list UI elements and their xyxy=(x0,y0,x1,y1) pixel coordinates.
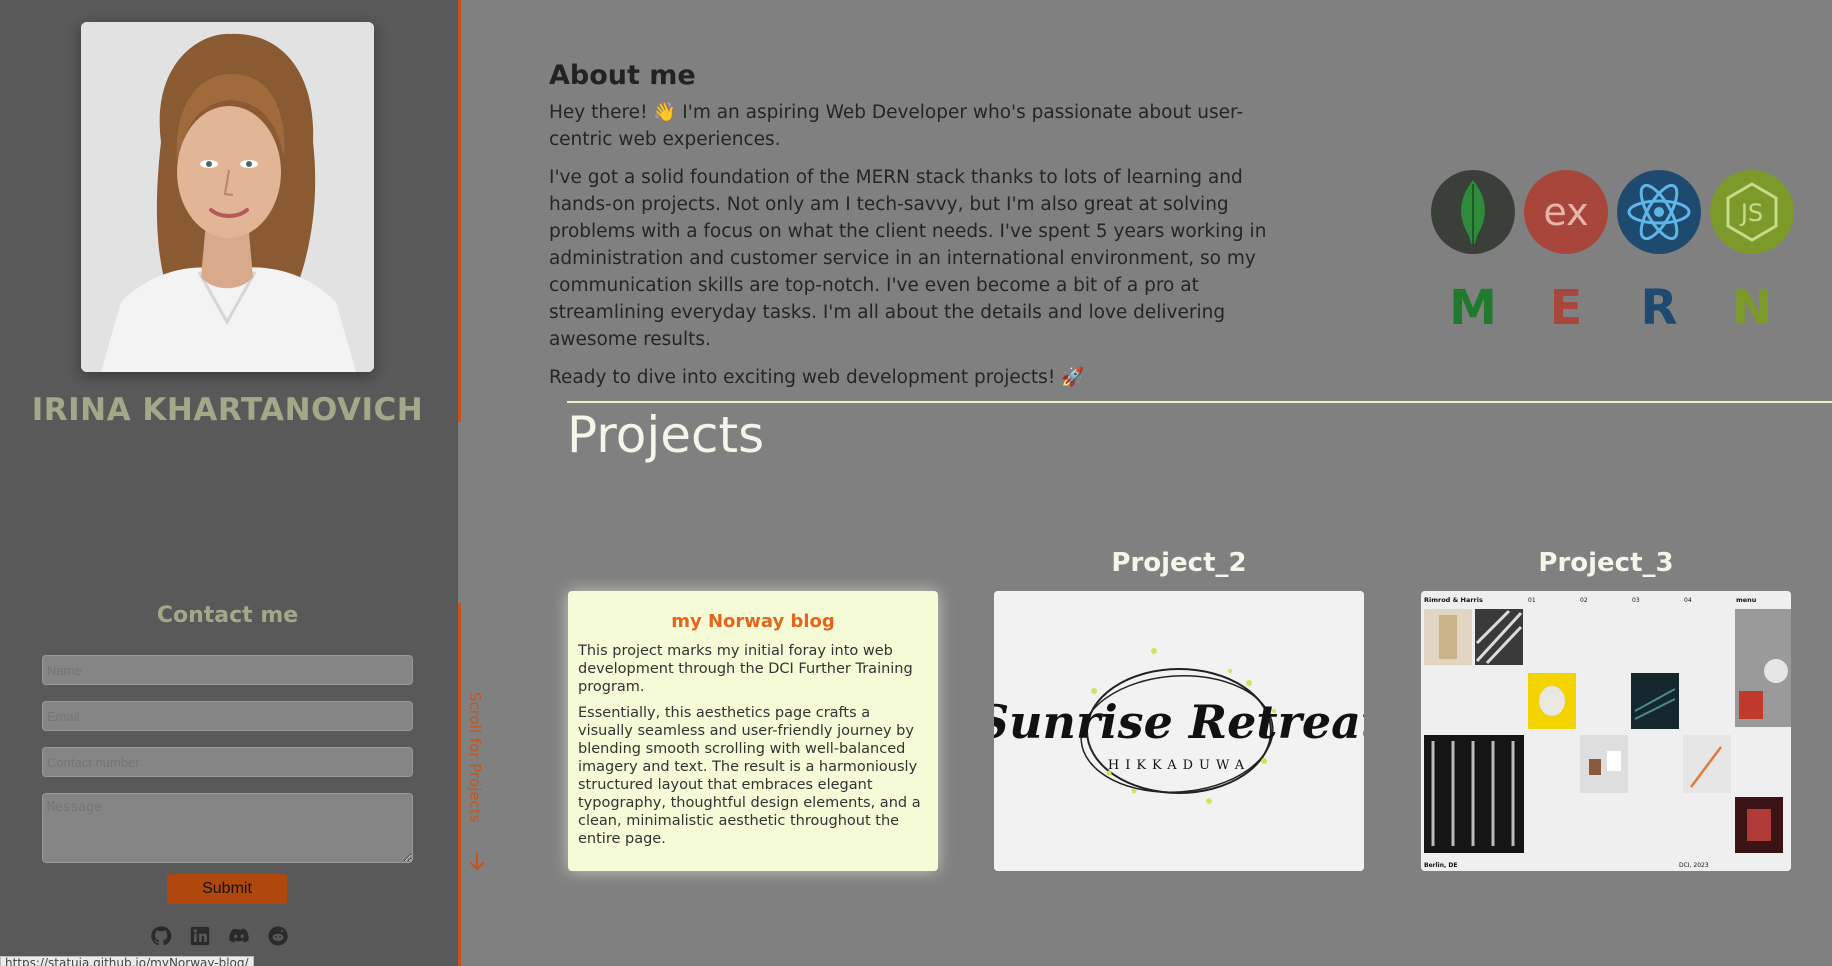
express-icon-text: ex xyxy=(1543,190,1588,234)
project-card-sunrise-retreat[interactable]: Sunrise Retreat HIKKADUWA xyxy=(994,591,1364,871)
scroll-hint[interactable]: Scroll for Projects xyxy=(466,692,488,877)
sunrise-retreat-logo-text: Sunrise Retreat xyxy=(994,695,1364,749)
contact-number-field[interactable] xyxy=(42,747,413,777)
mern-letter-m: M xyxy=(1449,280,1497,336)
discord-icon[interactable] xyxy=(228,925,250,947)
sidebar-divider-bottom xyxy=(458,603,461,966)
nodejs-icon-text: JS xyxy=(1739,199,1763,227)
profile-name: IRINA KHARTANOVICH xyxy=(31,392,424,428)
reddit-icon[interactable] xyxy=(267,925,289,947)
email-field[interactable] xyxy=(42,701,413,731)
mern-letter-r: R xyxy=(1640,280,1678,336)
projects-title: Projects xyxy=(567,406,765,464)
express-icon: ex xyxy=(1524,170,1608,254)
linkedin-icon[interactable] xyxy=(189,925,211,947)
about-title: About me xyxy=(549,60,696,91)
scroll-hint-label: Scroll for Projects xyxy=(466,692,484,823)
sunrise-retreat-logo-sub: HIKKADUWA xyxy=(1108,758,1250,773)
site-nav-01: 01 xyxy=(1528,597,1536,604)
site-brand: Rimrod & Harris xyxy=(1424,596,1483,604)
about-intro: Hey there! 👋 I'm an aspiring Web Develop… xyxy=(549,102,1244,150)
contact-title: Contact me xyxy=(156,603,299,628)
react-icon xyxy=(1617,170,1701,254)
site-nav-03: 03 xyxy=(1632,597,1640,604)
project-3-title: Project_3 xyxy=(1538,548,1674,578)
site-city: Berlin, DE xyxy=(1424,862,1457,869)
about-body: I've got a solid foundation of the MERN … xyxy=(549,167,1267,350)
site-date: DCI, 2023 xyxy=(1679,862,1709,869)
project-2-title: Project_2 xyxy=(1111,548,1247,578)
projects-divider xyxy=(567,401,1832,403)
name-field[interactable] xyxy=(42,655,413,685)
project-1-details: Essentially, this aesthetics page crafts… xyxy=(578,705,921,847)
nodejs-icon: JS xyxy=(1710,170,1794,254)
message-field[interactable] xyxy=(42,793,413,863)
sidebar-divider-top xyxy=(458,0,461,422)
mern-letter-n: N xyxy=(1731,280,1773,336)
social-links xyxy=(150,925,289,947)
arrow-down-icon xyxy=(469,852,485,871)
submit-button[interactable]: Submit xyxy=(167,874,287,904)
profile-photo xyxy=(81,22,374,372)
about-outro: Ready to dive into exciting web developm… xyxy=(549,367,1085,388)
mern-stack: ex JS M E R N xyxy=(1430,170,1830,340)
site-nav-04: 04 xyxy=(1684,597,1692,604)
project-card-rimrod-harris[interactable]: Rimrod & Harris 01 02 03 04 menu Berlin,… xyxy=(1421,591,1791,871)
site-nav-02: 02 xyxy=(1580,597,1588,604)
status-bar-url: https://statuia.github.io/myNorway-blog/ xyxy=(0,956,254,966)
github-icon[interactable] xyxy=(150,925,172,947)
project-1-card-title: my Norway blog xyxy=(671,611,835,632)
mern-letter-e: E xyxy=(1549,280,1583,336)
project-card-norway-blog[interactable]: my Norway blog This project marks my ini… xyxy=(568,591,938,871)
project-1-description: This project marks my initial foray into… xyxy=(578,643,913,695)
mongodb-icon xyxy=(1431,170,1515,254)
site-menu: menu xyxy=(1736,596,1757,604)
